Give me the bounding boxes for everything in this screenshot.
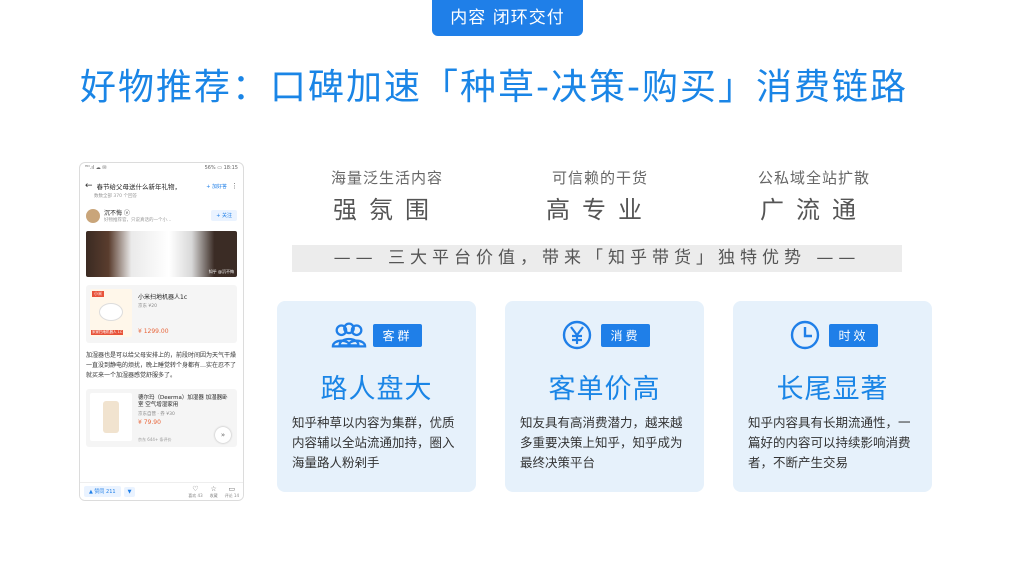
product-thumbnail bbox=[90, 393, 132, 441]
users-icon bbox=[331, 320, 367, 350]
star-icon: ☆ bbox=[210, 484, 217, 493]
status-left: ᴴᴰ.ıl ☁ ✉ bbox=[85, 165, 107, 171]
product-price: ¥ 1299.00 bbox=[138, 328, 169, 335]
heart-icon: ♡ bbox=[192, 484, 199, 493]
card-description: 知友具有高消费潜力，越来越多重要决策上知乎，知乎成为最终决策平台 bbox=[520, 415, 683, 470]
card-audience: 客群 路人盘大 知乎种草以内容为集群，优质内容辅以全站流通加持，圈入海量路人粉剁… bbox=[277, 301, 476, 492]
comment-icon: ▭ bbox=[228, 484, 236, 493]
status-right: 56% ▭ 18:15 bbox=[204, 165, 238, 171]
value-subtitle: 可信赖的干货 bbox=[551, 169, 648, 187]
answer-paragraph: 加湿器也是可以给父母安排上的，前段时间因为天气干燥一直没到静电的烦扰，晚上睡觉转… bbox=[86, 352, 237, 379]
like-button[interactable]: ♡ 喜欢 43 bbox=[188, 485, 202, 499]
author-row: 沉不悔 ⓥ 好物推荐官，只说真话的一个小… + 关注 bbox=[80, 203, 243, 228]
product-price: ¥ 79.90 bbox=[138, 419, 161, 426]
yen-icon bbox=[559, 320, 595, 350]
image-caption: 知乎 @沉不悔 bbox=[208, 269, 234, 274]
product-meta: 京东自营 · 券 ¥30 bbox=[138, 412, 175, 417]
avatar[interactable] bbox=[86, 208, 100, 223]
page-title: 好物推荐：口碑加速「种草-决策-购买」消费链路 bbox=[80, 67, 908, 108]
robot-vacuum-image bbox=[99, 303, 123, 321]
card-tag: 客群 bbox=[373, 323, 422, 347]
author-description: 好物推荐官，只说真话的一个小… bbox=[104, 218, 172, 223]
card-description: 知乎种草以内容为集群，优质内容辅以全站流通加持，圈入海量路人粉剁手 bbox=[292, 415, 455, 470]
upvote-button[interactable]: ▲ 赞同 211 bbox=[84, 486, 121, 497]
value-title: 强氛围 bbox=[333, 196, 441, 224]
product-meta: 京东 ¥20 bbox=[138, 304, 158, 309]
like-label: 喜欢 43 bbox=[188, 492, 203, 498]
more-options-icon[interactable]: ⋮ bbox=[231, 182, 238, 190]
card-title: 长尾显著 bbox=[776, 374, 889, 405]
value-subtitle: 公私域全站扩散 bbox=[757, 169, 870, 187]
clock-icon bbox=[787, 320, 823, 350]
value-title: 广流通 bbox=[760, 196, 868, 224]
product-name: 德尔玛（Deerma）加湿器 加湿器卧室 空气增湿家用 bbox=[138, 395, 228, 408]
card-longtail: 时效 长尾显著 知乎内容具有长期流通性，一篇好的内容可以持续影响消费者，不断产生… bbox=[733, 301, 932, 492]
humidifier-image bbox=[103, 401, 119, 433]
comment-button[interactable]: ▭ 评论 14 bbox=[225, 485, 239, 499]
advantage-banner: —— 三大平台价值，带来「知乎带货」独特优势 —— bbox=[292, 245, 902, 272]
follow-question-button[interactable]: + 加好答 bbox=[206, 183, 227, 190]
question-title: 春节给父母送什么新年礼物， bbox=[96, 183, 182, 191]
product-badge: 小米 bbox=[92, 291, 104, 297]
author-name[interactable]: 沉不悔 ⓥ bbox=[104, 208, 207, 217]
card-spending: 消费 客单价高 知友具有高消费潜力，越来越多重要决策上知乎，知乎成为最终决策平台 bbox=[505, 301, 704, 492]
product-thumbnail: 小米 米家扫地机器人 1C bbox=[90, 289, 132, 337]
section-tag: 内容 闭环交付 bbox=[432, 0, 583, 36]
value-item-professional: 可信赖的干货 高专业 bbox=[505, 167, 695, 225]
back-arrow-icon[interactable]: ← bbox=[85, 181, 93, 191]
value-subtitle: 海量泛生活内容 bbox=[330, 169, 443, 187]
answer-action-bar: ▲ 赞同 211 ▼ ♡ 喜欢 43 ☆ 收藏 ▭ 评论 14 bbox=[80, 482, 243, 500]
downvote-button[interactable]: ▼ bbox=[123, 486, 136, 497]
product-thumb-caption: 米家扫地机器人 1C bbox=[91, 330, 124, 335]
product-card-robot[interactable]: 小米 米家扫地机器人 1C 小米扫地机器人1c 京东 ¥20 ¥ 1299.00 bbox=[86, 285, 237, 343]
product-name: 小米扫地机器人1c bbox=[138, 294, 188, 301]
scroll-down-icon[interactable]: » bbox=[215, 427, 231, 443]
product-card-humidifier[interactable]: 德尔玛（Deerma）加湿器 加湿器卧室 空气增湿家用 京东自营 · 券 ¥30… bbox=[86, 389, 237, 447]
card-description: 知乎内容具有长期流通性，一篇好的内容可以持续影响消费者，不断产生交易 bbox=[748, 415, 911, 470]
answer-count: 数数全部 370 个回答 bbox=[94, 194, 137, 199]
card-tag: 消费 bbox=[601, 323, 650, 347]
card-title: 路人盘大 bbox=[320, 374, 433, 405]
phone-status-bar: ᴴᴰ.ıl ☁ ✉ 56% ▭ 18:15 bbox=[80, 163, 243, 175]
card-tag: 时效 bbox=[829, 323, 878, 347]
favorite-label: 收藏 bbox=[209, 492, 218, 498]
answer-image: 知乎 @沉不悔 bbox=[86, 231, 237, 277]
value-item-circulation: 公私域全站扩散 广流通 bbox=[719, 167, 909, 225]
card-title: 客单价高 bbox=[548, 374, 661, 405]
favorite-button[interactable]: ☆ 收藏 bbox=[210, 485, 218, 499]
follow-author-button[interactable]: + 关注 bbox=[211, 210, 237, 221]
value-title: 高专业 bbox=[546, 196, 654, 224]
phone-mockup: ᴴᴰ.ıl ☁ ✉ 56% ▭ 18:15 ← 春节给父母送什么新年礼物， + … bbox=[79, 162, 244, 501]
value-item-atmosphere: 海量泛生活内容 强氛围 bbox=[292, 167, 482, 225]
comment-label: 评论 14 bbox=[224, 492, 239, 498]
